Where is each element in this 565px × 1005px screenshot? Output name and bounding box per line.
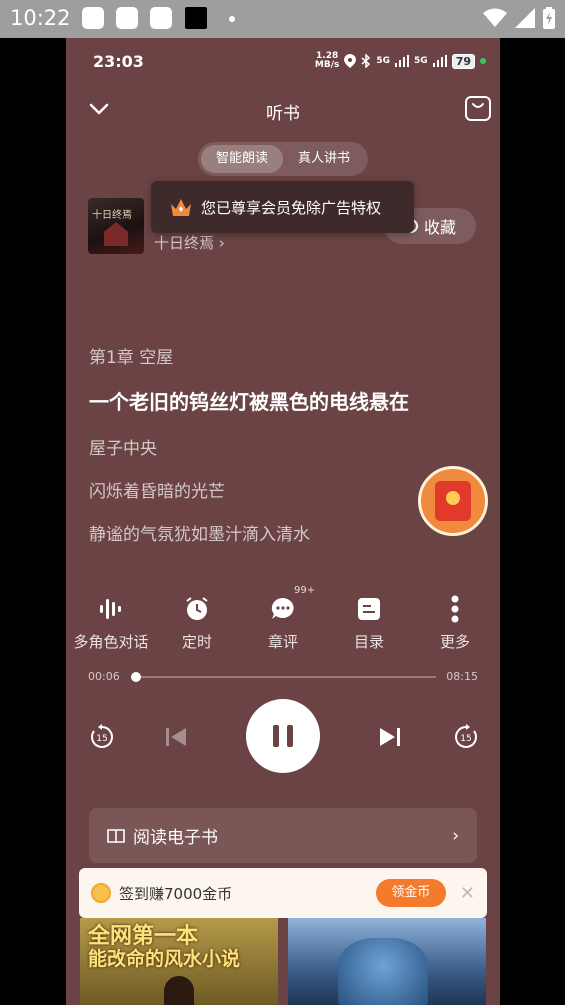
more-dots-icon [451, 595, 459, 623]
rewind-label: 15 [96, 734, 107, 744]
forward-label: 15 [460, 734, 471, 744]
gold-coin-icon [91, 883, 111, 903]
crown-icon [171, 199, 191, 216]
status-time: 23:03 [93, 52, 144, 71]
wifi-icon [483, 8, 507, 27]
playback-controls: 15 15 [66, 698, 500, 774]
reading-line: 静谧的气氛犹如墨汁滴入清水 [89, 525, 310, 545]
privacy-indicator-dot [480, 58, 486, 64]
battery-icon [543, 7, 555, 29]
total-time: 08:15 [446, 670, 478, 683]
next-chapter-icon[interactable] [376, 723, 404, 751]
more-button[interactable]: 更多 [410, 593, 500, 652]
cover-art [104, 222, 128, 246]
chevron-right-icon: › [452, 825, 459, 846]
catalog-button[interactable]: 目录 [324, 593, 414, 652]
banner-figure [164, 976, 194, 1005]
red-envelope-icon [435, 481, 471, 521]
notification-icon [82, 7, 104, 29]
close-icon[interactable]: ✕ [460, 883, 475, 904]
forward-15-icon[interactable]: 15 [452, 723, 480, 751]
battery-level: 79 [451, 53, 475, 69]
cover-title: 十日终焉 [92, 210, 132, 221]
notification-icon [185, 7, 207, 29]
reading-line: 屋子中央 [89, 439, 157, 459]
progress-slider[interactable] [130, 672, 436, 682]
pause-button[interactable] [246, 699, 320, 773]
alarm-clock-icon [186, 597, 208, 620]
comment-icon [271, 597, 294, 619]
signal-5g-1: 5G [376, 56, 391, 66]
book-cover[interactable]: 十日终焉 [88, 198, 144, 254]
playback-progress: 00:06 08:15 [88, 668, 478, 684]
top-bar: 听书 [66, 90, 500, 130]
book-author-link[interactable]: 十日终焉 › [154, 232, 225, 253]
device-status-bar: 23:03 1.28 MB/s 5G 5G 79 [66, 38, 500, 82]
progress-knob[interactable] [130, 672, 141, 682]
more-notifications-dot [229, 16, 235, 22]
timer-button[interactable]: 定时 [152, 593, 242, 652]
current-reading-line: 一个老旧的钨丝灯被黑色的电线悬在 [89, 390, 409, 414]
toast-text: 您已尊享会员免除广告特权 [201, 198, 382, 217]
audiobook-player-screen: 23:03 1.28 MB/s 5G 5G 79 听书 智能朗读 真人讲书 十日终… [66, 38, 500, 1005]
vip-toast: 您已尊享会员免除广告特权 [151, 181, 414, 233]
favorite-label: 收藏 [423, 218, 456, 237]
checkin-label: 签到赚7000金币 [119, 884, 233, 903]
read-mode-switch: 智能朗读 真人讲书 [198, 142, 368, 176]
net-speed: 1.28 MB/s [314, 51, 340, 70]
signal-bars-icon [432, 55, 447, 67]
read-ebook-button[interactable]: 阅读电子书 › [89, 808, 477, 863]
sound-wave-icon [100, 599, 121, 619]
signal-bars-icon [395, 55, 410, 67]
dragon-artwork [338, 938, 428, 1005]
red-envelope-button[interactable] [418, 466, 488, 536]
notification-icon [116, 7, 138, 29]
claim-coins-button[interactable]: 领金币 [375, 879, 446, 907]
tab-human-narration[interactable]: 真人讲书 [283, 145, 365, 173]
book-promo-banner[interactable] [288, 918, 486, 1005]
bluetooth-icon [361, 54, 371, 68]
signal-5g-2: 5G [414, 56, 428, 66]
banner-subtitle: 能改命的风水小说 [88, 948, 241, 970]
current-time: 00:06 [88, 670, 120, 683]
catalog-icon [358, 598, 380, 620]
reading-line: 闪烁着昏暗的光芒 [89, 482, 225, 502]
location-icon [344, 54, 357, 68]
chapter-comments-button[interactable]: 99+ 章评 [238, 585, 328, 652]
multi-role-dialogue-button[interactable]: 多角色对话 [66, 593, 156, 652]
chapter-title: 第1章 空屋 [89, 348, 174, 368]
rewind-15-icon[interactable]: 15 [88, 723, 116, 751]
system-time: 10:22 [10, 6, 71, 30]
function-row: 多角色对话 定时 99+ 章评 目录 更多 [66, 585, 500, 663]
ebook-label: 阅读电子书 [133, 828, 218, 848]
previous-chapter-icon[interactable] [162, 723, 190, 751]
chevron-right-icon: › [218, 234, 225, 252]
book-promo-banner[interactable]: 全网第一本 能改命的风水小说 [80, 918, 278, 1005]
tab-smart-reading[interactable]: 智能朗读 [201, 145, 283, 173]
checkin-banner[interactable]: 签到赚7000金币 领金币 ✕ [79, 868, 487, 918]
book-icon [107, 828, 125, 843]
page-title: 听书 [266, 104, 300, 124]
system-status-bar: 10:22 [0, 0, 565, 38]
cell-signal-icon [515, 8, 535, 28]
notification-icon [150, 7, 172, 29]
shopping-bag-icon[interactable] [464, 94, 492, 122]
comment-count-badge: 99+ [294, 585, 316, 596]
